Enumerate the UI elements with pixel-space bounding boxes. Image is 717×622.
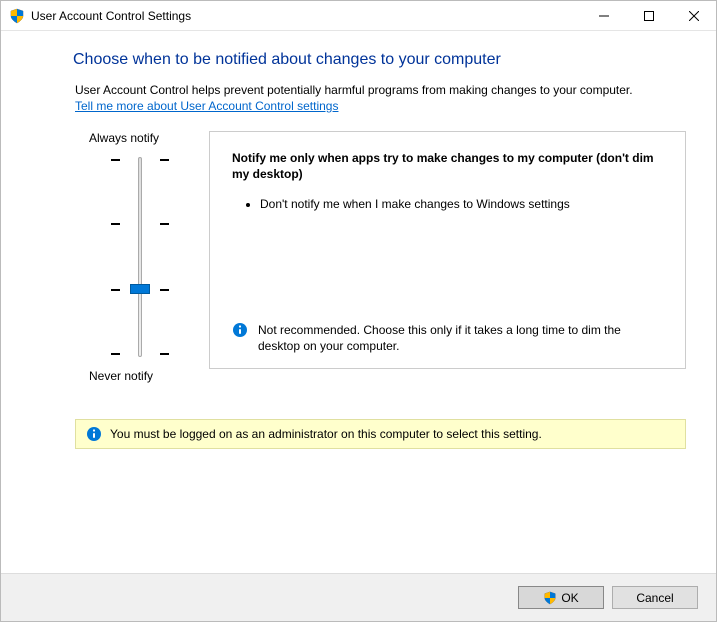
cancel-button[interactable]: Cancel [612,586,698,609]
ok-button[interactable]: OK [518,586,604,609]
shield-icon [9,8,25,24]
panel-note-text: Not recommended. Choose this only if it … [258,322,663,354]
page-heading: Choose when to be notified about changes… [73,51,686,69]
panel-bullet-list: Don't notify me when I make changes to W… [232,196,663,216]
window-title: User Account Control Settings [31,9,581,23]
slider-track-wrap [111,157,169,357]
help-link[interactable]: Tell me more about User Account Control … [75,99,338,113]
close-button[interactable] [671,1,716,30]
info-panel: Notify me only when apps try to make cha… [209,131,686,369]
minimize-button[interactable] [581,1,626,30]
admin-banner: You must be logged on as an administrato… [75,419,686,449]
slider-track[interactable] [138,157,142,357]
page-description: User Account Control helps prevent poten… [75,83,686,97]
info-icon [232,322,248,338]
window-frame: User Account Control Settings Choose whe… [0,0,717,622]
slider-bottom-label: Never notify [89,369,153,383]
content-area: Choose when to be notified about changes… [1,31,716,383]
title-bar: User Account Control Settings [1,1,716,31]
button-bar: OK Cancel [1,573,716,621]
panel-note: Not recommended. Choose this only if it … [232,322,663,354]
admin-banner-text: You must be logged on as an administrato… [110,427,542,441]
slider-column: Always notify Never notify [75,131,205,383]
main-row: Always notify Never notify Notify me onl… [75,131,686,383]
shield-icon [543,591,557,605]
maximize-button[interactable] [626,1,671,30]
panel-title: Notify me only when apps try to make cha… [232,150,663,182]
cancel-button-label: Cancel [636,591,673,605]
panel-bullet: Don't notify me when I make changes to W… [260,196,663,212]
window-controls [581,1,716,30]
slider-thumb[interactable] [130,284,150,294]
ok-button-label: OK [561,591,578,605]
slider-top-label: Always notify [89,131,159,145]
info-icon [86,426,102,442]
